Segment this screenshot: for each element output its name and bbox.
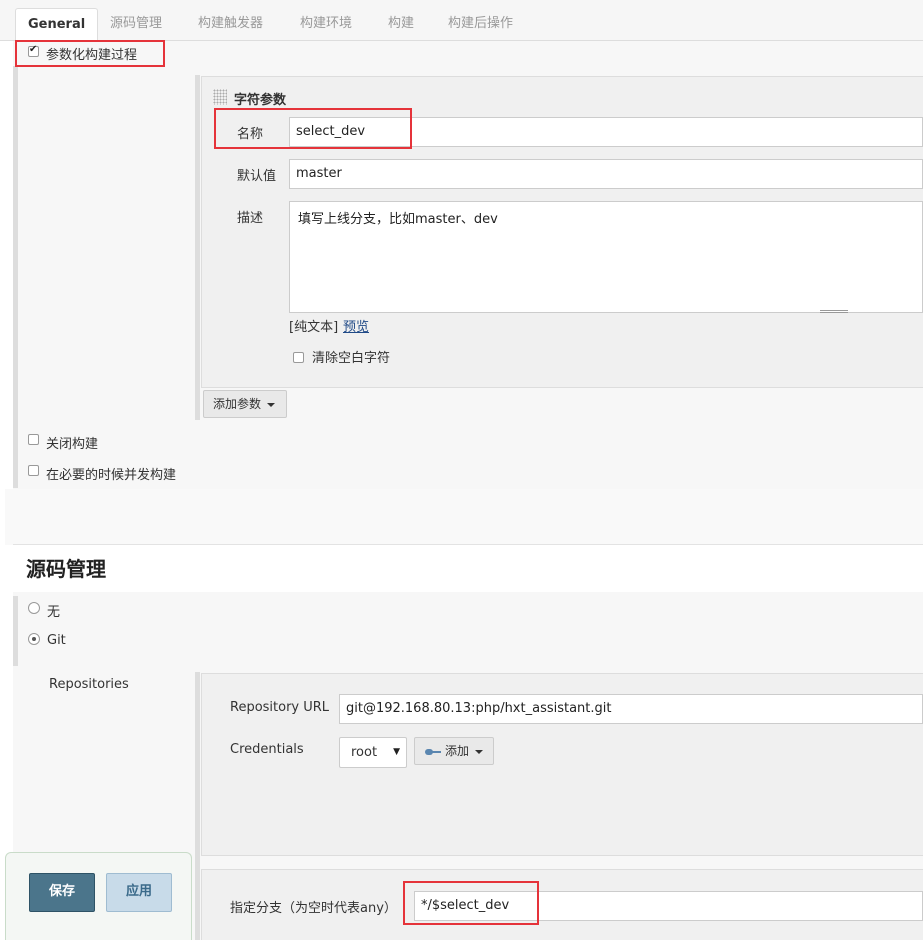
save-button[interactable]: 保存 (29, 873, 95, 912)
credentials-select[interactable]: root ▼ (339, 737, 407, 768)
description-label: 描述 (237, 211, 264, 226)
scm-git-radio[interactable] (28, 633, 40, 645)
tab-build[interactable]: 构建 (376, 8, 426, 41)
preview-link[interactable]: 预览 (343, 316, 369, 335)
textarea-resize-handle[interactable] (820, 310, 848, 313)
credentials-value: root (351, 745, 378, 760)
highlight-name (214, 108, 412, 149)
select-arrow-icon: ▼ (393, 747, 400, 757)
add-parameter-button[interactable]: 添加参数 (203, 390, 287, 418)
repo-url-input[interactable]: git@192.168.80.13:php/hxt_assistant.git (339, 694, 923, 724)
concurrent-build-label: 在必要的时候并发构建 (46, 468, 177, 483)
key-shaft-icon (431, 751, 441, 753)
scm-none-radio[interactable] (28, 602, 40, 614)
repo-url-label: Repository URL (230, 700, 330, 715)
concurrent-build-checkbox[interactable] (28, 465, 39, 476)
section-gap (5, 489, 923, 545)
chevron-down-icon (267, 402, 276, 407)
repo-rail (195, 672, 200, 940)
disable-build-label: 关闭构建 (46, 437, 99, 452)
disable-build-checkbox[interactable] (28, 434, 39, 445)
scm-heading: 源码管理 (26, 557, 106, 581)
scm-none-label: 无 (47, 605, 61, 620)
add-credentials-button[interactable]: 添加 (414, 737, 494, 765)
tab-post-build[interactable]: 构建后操作 (436, 8, 525, 41)
branch-label: 指定分支（为空时代表any） (230, 901, 397, 916)
tab-triggers[interactable]: 构建触发器 (186, 8, 275, 41)
section-divider (13, 544, 923, 545)
parameterized-checkbox[interactable] (28, 44, 39, 57)
tab-general[interactable]: General (15, 8, 99, 41)
description-textarea[interactable]: 填写上线分支，比如master、dev (289, 201, 923, 313)
section-rail (13, 66, 18, 488)
add-credentials-label: 添加 (445, 744, 470, 758)
scm-rail (13, 596, 18, 666)
highlight-branch (403, 881, 539, 925)
trim-label: 清除空白字符 (312, 351, 391, 366)
tab-build-env[interactable]: 构建环境 (288, 8, 364, 41)
string-param-title: 字符参数 (234, 93, 287, 108)
param-rail (195, 75, 200, 420)
tab-scm[interactable]: 源码管理 (98, 8, 174, 41)
chevron-down-icon (475, 749, 484, 754)
default-value-input[interactable]: master (289, 159, 923, 189)
drag-handle-icon[interactable] (213, 89, 227, 105)
default-label: 默认值 (237, 169, 277, 184)
credentials-label: Credentials (230, 742, 304, 757)
plain-text-label: [纯文本] (289, 320, 339, 335)
add-parameter-label: 添加参数 (213, 397, 262, 411)
trim-checkbox[interactable] (293, 352, 304, 363)
apply-button[interactable]: 应用 (106, 873, 172, 912)
parameterized-label: 参数化构建过程 (46, 48, 138, 63)
repositories-label: Repositories (49, 677, 129, 692)
scm-git-label: Git (47, 633, 66, 648)
